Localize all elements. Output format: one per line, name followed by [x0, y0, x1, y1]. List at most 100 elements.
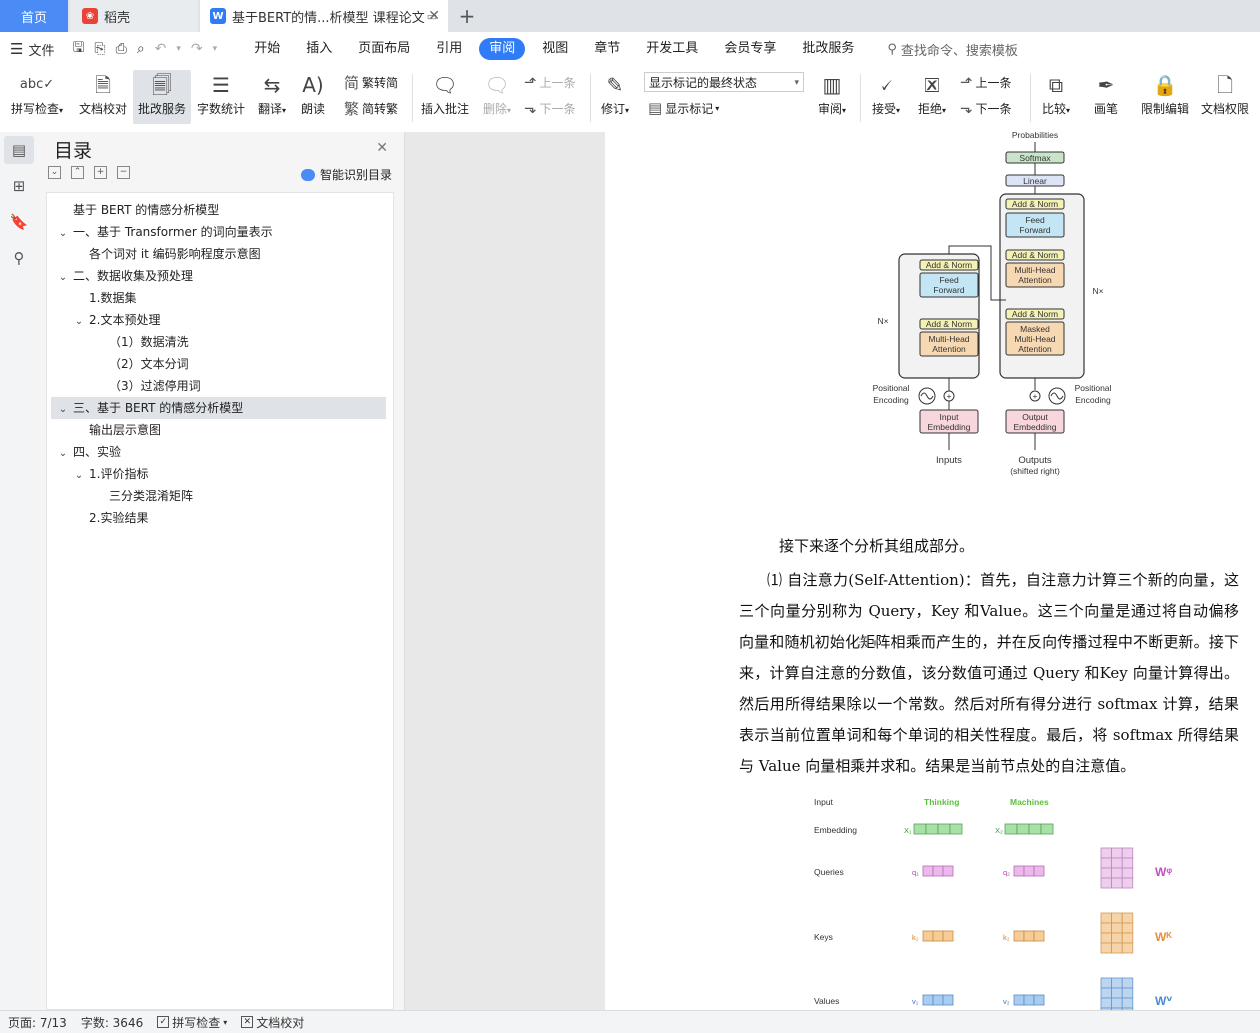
toc-item[interactable]: ⌄ 一、基于 Transformer 的词向量表示	[51, 221, 386, 243]
trad-to-simp-button[interactable]: 简 繁转简	[344, 72, 398, 92]
word-count-indicator[interactable]: 字数: 3646	[81, 1014, 143, 1031]
remove-heading-icon[interactable]: −	[117, 166, 130, 179]
correction-service-button[interactable]: 🗐 批改服务	[133, 70, 191, 124]
menu-correction[interactable]: 批改服务	[789, 38, 867, 60]
menu-page-layout[interactable]: 页面布局	[345, 38, 423, 60]
chevron-down-icon[interactable]: ⌄	[57, 399, 69, 421]
pen-icon: ✒	[1097, 73, 1115, 97]
track-changes-button[interactable]: ✎ 修订▾	[596, 70, 634, 124]
menu-home[interactable]: 开始	[241, 38, 293, 60]
toc-item[interactable]: 输出层示意图	[51, 419, 386, 441]
command-search[interactable]: ⚲ 查找命令、搜索模板	[887, 40, 1018, 59]
wq-matrix-cell	[1100, 857, 1113, 869]
paragraph-intro[interactable]: 接下来逐个分析其组成部分。	[739, 531, 1239, 562]
chevron-down-icon[interactable]: ⌄	[73, 311, 85, 333]
redo-icon[interactable]: ↷	[191, 41, 203, 57]
collapse-all-icon[interactable]: ⌃	[71, 166, 84, 179]
chevron-down-icon[interactable]: ⌄	[57, 443, 69, 465]
spell-check-button[interactable]: abc✓ 拼写检查▾	[6, 70, 68, 124]
chevron-down-icon[interactable]: ⌄	[57, 267, 69, 289]
review-pane-button[interactable]: ▥ 审阅▾	[812, 70, 852, 124]
toc-item[interactable]: 2.实验结果	[51, 507, 386, 529]
search-icon[interactable]: ⚲	[9, 248, 29, 268]
paragraph-menu-icon[interactable]: 🗎 ▾	[857, 634, 878, 656]
doc-permission-button[interactable]: 🗋 文档权限	[1196, 70, 1254, 124]
export-pdf-icon[interactable]: ⎘	[94, 41, 105, 57]
add-heading-icon[interactable]: +	[94, 166, 107, 179]
daoke-logo-icon: ❀	[82, 8, 98, 24]
doc-proof-status[interactable]: ✕ 文档校对	[241, 1014, 304, 1031]
toc-item[interactable]: （2）文本分词	[51, 353, 386, 375]
bookmark-icon[interactable]: 🔖	[9, 212, 29, 232]
wk-matrix-cell	[1111, 912, 1123, 924]
doc-proof-icon: 🗎	[94, 73, 112, 97]
paragraph-self-attention[interactable]: ⑴ 自注意力(Self-Attention)：首先，自注意力计算三个新的向量，这…	[739, 565, 1239, 782]
prev-change-button[interactable]: ⬏ 上一条	[960, 72, 1012, 92]
chevron-down-icon[interactable]: ⌄	[73, 465, 85, 487]
menu-references[interactable]: 引用	[423, 38, 475, 60]
toc-item[interactable]: 各个词对 it 编码影响程度示意图	[51, 243, 386, 265]
close-icon[interactable]: ✕	[376, 140, 388, 156]
toc-item[interactable]: ⌄ 二、数据收集及预处理	[51, 265, 386, 287]
ink-button[interactable]: ✒ 画笔	[1086, 70, 1126, 124]
restrict-edit-button[interactable]: 🔒 限制编辑	[1136, 70, 1194, 124]
delete-comment-button[interactable]: 🗨 删除▾	[478, 70, 516, 124]
toc-item[interactable]: 三分类混淆矩阵	[51, 485, 386, 507]
show-markup-button[interactable]: ▤ 显示标记 ▾	[648, 98, 719, 118]
toc-panel-icon[interactable]: ▤	[4, 136, 34, 164]
toc-item[interactable]: 基于 BERT 的情感分析模型	[51, 199, 386, 221]
menu-member[interactable]: 会员专享	[711, 38, 789, 60]
tab-home[interactable]: 首页	[0, 0, 68, 32]
chapter-nav-icon[interactable]: ⊞	[9, 176, 29, 196]
prev-comment-button[interactable]: ⬏ 上一条	[524, 72, 576, 92]
toc-item[interactable]: ⌄ 三、基于 BERT 的情感分析模型	[51, 397, 386, 419]
wq-matrix-cell	[1111, 847, 1123, 859]
compare-button[interactable]: ⧉ 比较▾	[1036, 70, 1076, 124]
print-preview-icon[interactable]: ⌕	[137, 41, 145, 57]
reject-button[interactable]: 🗷 拒绝▾	[912, 70, 952, 124]
chevron-down-icon[interactable]: ⌄	[57, 223, 69, 245]
embedding-cell	[937, 823, 951, 835]
toc-item[interactable]: （3）过滤停用词	[51, 375, 386, 397]
menu-bar: ☰ 文件 🖫 ⎘ ⎙ ⌕ ↶ ▾ ↷ ▾ 开始 插入 页面布局 引用 审阅 视图…	[0, 32, 1260, 66]
next-comment-button[interactable]: ⬎ 下一条	[524, 98, 576, 118]
accept-button[interactable]: 🗸 接受▾	[866, 70, 906, 124]
read-aloud-button[interactable]: A) 朗读	[296, 70, 330, 124]
save-icon[interactable]: 🖫	[72, 37, 84, 61]
word-count-button[interactable]: ☰ 字数统计	[194, 70, 248, 124]
page-indicator[interactable]: 页面: 7/13	[8, 1014, 67, 1031]
spell-check-status[interactable]: ✓ 拼写检查 ▾	[157, 1014, 227, 1031]
next-change-button[interactable]: ⬎ 下一条	[960, 98, 1012, 118]
menu-section[interactable]: 章节	[581, 38, 633, 60]
doc-proof-button[interactable]: 🗎 文档校对	[74, 70, 132, 124]
toc-item[interactable]: 1.数据集	[51, 287, 386, 309]
markup-state-select[interactable]: 显示标记的最终状态 ▾	[644, 72, 804, 92]
ribbon-separator	[860, 74, 861, 122]
file-menu[interactable]: ☰ 文件	[10, 40, 54, 59]
menu-view[interactable]: 视图	[529, 38, 581, 60]
tab-document[interactable]: W 基于BERT的情...析模型 课程论文 ▭ ✕	[200, 0, 448, 32]
menu-review[interactable]: 审阅	[479, 38, 526, 60]
close-icon[interactable]: ✕	[428, 8, 440, 24]
simp-to-trad-button[interactable]: 繁 简转繁	[344, 98, 398, 118]
new-tab-button[interactable]: +	[452, 0, 482, 32]
toc-item[interactable]: ⌄ 2.文本预处理	[51, 309, 386, 331]
menu-developer[interactable]: 开发工具	[633, 38, 711, 60]
tab-daoke[interactable]: ❀ 稻壳	[70, 0, 198, 32]
markup-state-value: 显示标记的最终状态	[649, 76, 758, 90]
doc-permission-icon: 🗋	[1216, 73, 1234, 97]
spell-check-status-label: 拼写检查	[172, 1015, 221, 1030]
smart-toc-button[interactable]: 智能识别目录	[300, 166, 392, 183]
chevron-down-icon[interactable]: ▾	[213, 44, 218, 54]
toc-item[interactable]: ⌄ 四、实验	[51, 441, 386, 463]
toc-item[interactable]: （1）数据清洗	[51, 331, 386, 353]
translate-button[interactable]: ⇆ 翻译▾	[252, 70, 292, 124]
undo-icon[interactable]: ↶	[155, 41, 167, 57]
print-icon[interactable]: ⎙	[116, 41, 127, 57]
menu-insert[interactable]: 插入	[293, 38, 345, 60]
insert-comment-button[interactable]: 🗨 插入批注	[418, 70, 472, 124]
chevron-down-icon[interactable]: ▾	[176, 44, 181, 54]
next-change-icon: ⬎	[960, 99, 973, 117]
expand-all-icon[interactable]: ⌄	[48, 166, 61, 179]
toc-item[interactable]: ⌄ 1.评价指标	[51, 463, 386, 485]
